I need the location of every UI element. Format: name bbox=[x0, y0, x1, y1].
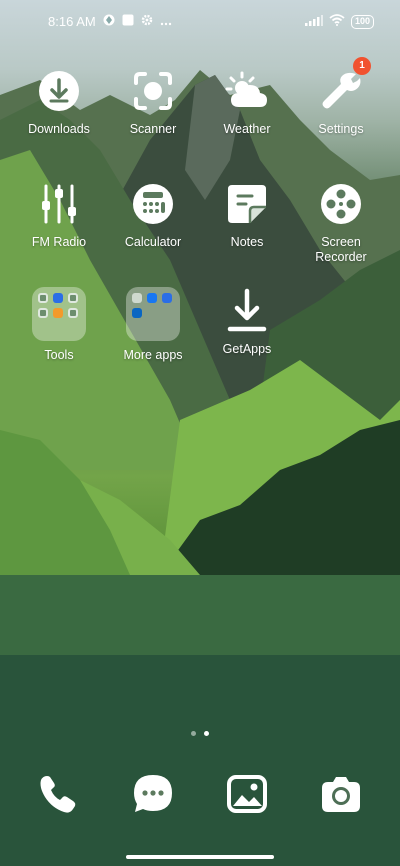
mini-app-icon bbox=[147, 293, 157, 303]
wifi-icon bbox=[329, 14, 345, 29]
mini-app-icon bbox=[132, 308, 142, 318]
image-icon bbox=[226, 773, 268, 820]
film-reel-icon bbox=[317, 180, 365, 228]
mini-app-icon bbox=[38, 308, 48, 318]
mini-app-icon bbox=[53, 293, 63, 303]
wrench-icon: 1 bbox=[317, 57, 371, 115]
vpn-shield-icon bbox=[103, 14, 115, 29]
app-label: More apps bbox=[123, 348, 183, 362]
camera-icon bbox=[320, 773, 362, 820]
app-label: GetApps bbox=[222, 342, 272, 356]
app-scanner[interactable]: Scanner bbox=[107, 67, 199, 137]
dock-camera[interactable] bbox=[319, 774, 363, 818]
app-settings[interactable]: 1 Settings bbox=[295, 57, 387, 137]
app-label: Tools bbox=[44, 348, 74, 362]
status-time: 8:16 AM bbox=[48, 14, 96, 29]
page-dot-active[interactable] bbox=[204, 731, 209, 736]
folder-more-apps[interactable]: More apps bbox=[107, 287, 199, 363]
mini-app-icon bbox=[132, 293, 142, 303]
download-icon bbox=[35, 67, 83, 115]
app-weather[interactable]: Weather bbox=[201, 67, 293, 137]
calculator-icon bbox=[129, 180, 177, 228]
mini-app-icon bbox=[68, 293, 78, 303]
home-indicator-bar[interactable] bbox=[126, 855, 274, 859]
battery-indicator: 100 bbox=[350, 14, 374, 29]
mini-app-icon bbox=[38, 293, 48, 303]
more-notifications-icon bbox=[160, 14, 172, 29]
app-fm-radio[interactable]: FM Radio bbox=[13, 180, 105, 250]
dock-messages[interactable] bbox=[131, 774, 175, 818]
app-notes[interactable]: Notes bbox=[201, 180, 293, 250]
app-label: Scanner bbox=[129, 122, 177, 136]
notes-icon bbox=[223, 180, 271, 228]
folder-tools[interactable]: Tools bbox=[13, 287, 105, 363]
app-downloads[interactable]: Downloads bbox=[13, 67, 105, 137]
app-label: Downloads bbox=[28, 122, 90, 136]
app-label: Screen Recorder bbox=[315, 235, 367, 264]
notification-badge: 1 bbox=[353, 57, 371, 75]
page-indicator bbox=[0, 731, 400, 736]
app-screen-recorder[interactable]: Screen Recorder bbox=[295, 180, 387, 265]
app-label: FM Radio bbox=[31, 235, 87, 249]
equalizer-icon bbox=[35, 180, 83, 228]
app-label: Notes bbox=[230, 235, 264, 249]
dock-phone[interactable] bbox=[36, 774, 80, 818]
status-bar: 8:16 AM 100 bbox=[0, 0, 400, 44]
gear-icon bbox=[141, 14, 153, 29]
page-dot[interactable] bbox=[191, 731, 196, 736]
get-apps-download-icon bbox=[223, 287, 271, 335]
app-calculator[interactable]: Calculator bbox=[107, 180, 199, 250]
mini-app-icon bbox=[162, 293, 172, 303]
app-getapps[interactable]: GetApps bbox=[201, 287, 293, 357]
app-label: Settings bbox=[318, 122, 364, 136]
app-label: Weather bbox=[223, 122, 271, 136]
chat-bubble-icon bbox=[132, 773, 174, 820]
notification-square-icon bbox=[122, 14, 134, 29]
weather-icon bbox=[223, 67, 271, 115]
folder-icon bbox=[32, 287, 86, 341]
scanner-icon bbox=[129, 67, 177, 115]
mini-app-icon bbox=[53, 308, 63, 318]
dock-gallery[interactable] bbox=[225, 774, 269, 818]
signal-icon bbox=[304, 14, 323, 29]
phone-icon bbox=[37, 773, 79, 820]
folder-icon bbox=[126, 287, 180, 341]
app-label: Calculator bbox=[124, 235, 182, 249]
mini-app-icon bbox=[68, 308, 78, 318]
